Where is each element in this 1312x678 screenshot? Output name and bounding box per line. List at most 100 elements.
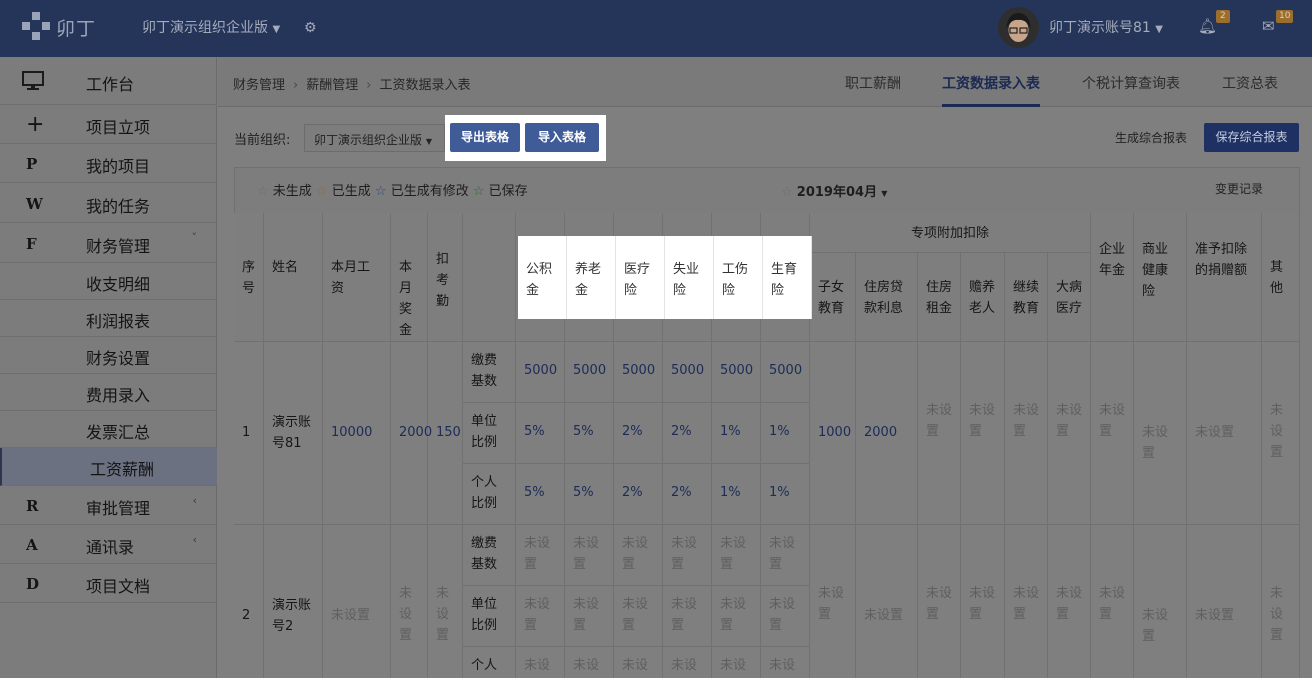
sidebar-subitem-expense[interactable]: 费用录入 — [0, 374, 217, 411]
sidebar-subitem-invoice[interactable]: 发票汇总 — [0, 411, 217, 448]
insurance-cell[interactable]: 5000 — [516, 342, 565, 403]
import-button[interactable]: 导入表格 — [525, 123, 599, 152]
table-cell[interactable]: 未设置 — [323, 525, 391, 678]
insurance-cell[interactable]: 5000 — [614, 342, 663, 403]
sidebar-subitem-income[interactable]: 收支明细 — [0, 263, 217, 300]
table-cell[interactable]: 未设置 — [1048, 525, 1091, 678]
sidebar-item-contacts[interactable]: A 通讯录 ‹ — [0, 525, 217, 564]
insurance-cell[interactable]: 未设 — [565, 647, 614, 678]
sidebar-item-my-tasks[interactable]: W 我的任务 — [0, 183, 217, 223]
table-cell[interactable]: 未设置 — [1048, 342, 1091, 525]
table-cell[interactable]: 未设置 — [391, 525, 428, 678]
table-cell[interactable]: 未设置 — [1262, 525, 1300, 678]
insurance-cell[interactable]: 5000 — [663, 342, 712, 403]
sidebar-item-approval[interactable]: R 审批管理 ‹ — [0, 486, 217, 525]
insurance-cell[interactable]: 未设置 — [516, 586, 565, 647]
insurance-cell[interactable]: 2% — [614, 464, 663, 525]
insurance-cell[interactable]: 未设置 — [761, 525, 810, 586]
tab-tax-query[interactable]: 个税计算查询表 — [1082, 73, 1180, 93]
tab-staff-salary[interactable]: 职工薪酬 — [845, 73, 901, 93]
table-cell[interactable]: 未设置 — [1187, 342, 1262, 525]
table-cell[interactable]: 150 — [428, 342, 463, 525]
export-button[interactable]: 导出表格 — [450, 123, 520, 152]
column-header: 序号 — [234, 213, 264, 342]
avatar[interactable] — [998, 7, 1039, 48]
insurance-cell[interactable]: 5% — [516, 403, 565, 464]
insurance-cell[interactable]: 5% — [516, 464, 565, 525]
table-cell[interactable]: 未设置 — [918, 342, 961, 525]
user-menu[interactable]: 卯丁演示账号81 ▼ — [1049, 17, 1163, 37]
sidebar-item-project-setup[interactable]: + 项目立项 — [0, 105, 217, 144]
insurance-cell[interactable]: 未设置 — [712, 525, 761, 586]
table-cell[interactable]: 10000 — [323, 342, 391, 525]
table-cell[interactable]: 未设置 — [1005, 342, 1048, 525]
generate-report-button[interactable]: 生成综合报表 — [1115, 129, 1187, 146]
insurance-cell[interactable]: 2% — [663, 464, 712, 525]
insurance-cell[interactable]: 2% — [663, 403, 712, 464]
table-cell[interactable]: 未设置 — [1091, 342, 1134, 525]
insurance-cell[interactable]: 5000 — [712, 342, 761, 403]
change-log-link[interactable]: 变更记录 — [1215, 180, 1263, 197]
breadcrumb-item[interactable]: 薪酬管理 — [306, 78, 358, 93]
insurance-cell[interactable]: 未设 — [712, 647, 761, 678]
insurance-cell[interactable]: 未设置 — [663, 586, 712, 647]
p-icon: P — [26, 155, 38, 173]
table-cell[interactable]: 未设置 — [810, 525, 856, 678]
table-cell[interactable]: 未设置 — [1005, 525, 1048, 678]
app-logo[interactable]: 卯丁 — [20, 10, 130, 46]
bell-icon[interactable]: 🔔︎ — [1198, 17, 1217, 35]
insurance-cell[interactable]: 1% — [712, 464, 761, 525]
insurance-cell[interactable]: 未设 — [614, 647, 663, 678]
sidebar-item-label: 收支明细 — [86, 275, 151, 294]
table-cell[interactable]: 未设置 — [1187, 525, 1262, 678]
tab-salary-entry[interactable]: 工资数据录入表 — [942, 73, 1040, 107]
insurance-cell[interactable]: 5% — [565, 403, 614, 464]
sidebar-subitem-finance-settings[interactable]: 财务设置 — [0, 337, 217, 374]
sidebar-subitem-salary[interactable]: 工资薪酬 — [0, 448, 217, 486]
table-cell[interactable]: 1000 — [810, 342, 856, 525]
insurance-cell[interactable]: 未设置 — [663, 525, 712, 586]
table-cell[interactable]: 未设置 — [918, 525, 961, 678]
org-select[interactable]: 卯丁演示组织企业版 ▼ — [304, 124, 445, 152]
insurance-cell[interactable]: 1% — [761, 464, 810, 525]
table-cell[interactable]: 未设置 — [1091, 525, 1134, 678]
save-report-button[interactable]: 保存综合报表 — [1204, 123, 1299, 152]
table-cell[interactable]: 未设置 — [1262, 342, 1300, 525]
sidebar-subitem-profit[interactable]: 利润报表 — [0, 300, 217, 337]
table-cell[interactable]: 未设置 — [961, 525, 1005, 678]
tab-salary-summary[interactable]: 工资总表 — [1222, 73, 1278, 93]
insurance-cell[interactable]: 5000 — [761, 342, 810, 403]
insurance-cell[interactable]: 未设置 — [614, 525, 663, 586]
table-cell[interactable]: 未设置 — [856, 525, 918, 678]
insurance-cell[interactable]: 未设置 — [565, 525, 614, 586]
insurance-cell[interactable]: 未设置 — [565, 586, 614, 647]
sidebar-item-docs[interactable]: D 项目文档 — [0, 564, 217, 603]
insurance-cell[interactable]: 5% — [565, 464, 614, 525]
sidebar-item-my-projects[interactable]: P 我的项目 — [0, 144, 217, 183]
insurance-cell[interactable]: 2% — [614, 403, 663, 464]
sidebar-item-workbench[interactable]: 工作台 — [0, 57, 217, 105]
insurance-cell[interactable]: 未设 — [761, 647, 810, 678]
table-cell[interactable]: 未设置 — [428, 525, 463, 678]
table-cell[interactable]: 未设置 — [961, 342, 1005, 525]
insurance-cell[interactable]: 未设 — [663, 647, 712, 678]
insurance-cell[interactable]: 未设置 — [614, 586, 663, 647]
insurance-cell[interactable]: 未设置 — [516, 525, 565, 586]
month-picker[interactable]: ☆ 2019年04月 ▼ — [781, 181, 887, 200]
insurance-cell[interactable]: 5000 — [565, 342, 614, 403]
mail-icon[interactable]: ✉ — [1262, 17, 1275, 35]
gear-icon[interactable]: ⚙ — [304, 20, 317, 36]
org-switcher[interactable]: 卯丁演示组织企业版 ▼ — [142, 17, 280, 37]
breadcrumb-item[interactable]: 财务管理 — [233, 78, 285, 93]
table-cell[interactable]: 未设置 — [1134, 342, 1187, 525]
insurance-cell[interactable]: 未设置 — [761, 586, 810, 647]
table-cell[interactable]: 2000 — [856, 342, 918, 525]
table-cell[interactable]: 未设置 — [1134, 525, 1187, 678]
insurance-cell[interactable]: 1% — [761, 403, 810, 464]
table-cell[interactable]: 2000 — [391, 342, 432, 525]
sidebar-item-finance[interactable]: F 财务管理 ˅ — [0, 223, 217, 263]
insurance-cell[interactable]: 1% — [712, 403, 761, 464]
sidebar-item-label: 工作台 — [86, 75, 135, 94]
insurance-cell[interactable]: 未设置 — [712, 586, 761, 647]
insurance-cell[interactable]: 未设 — [516, 647, 565, 678]
